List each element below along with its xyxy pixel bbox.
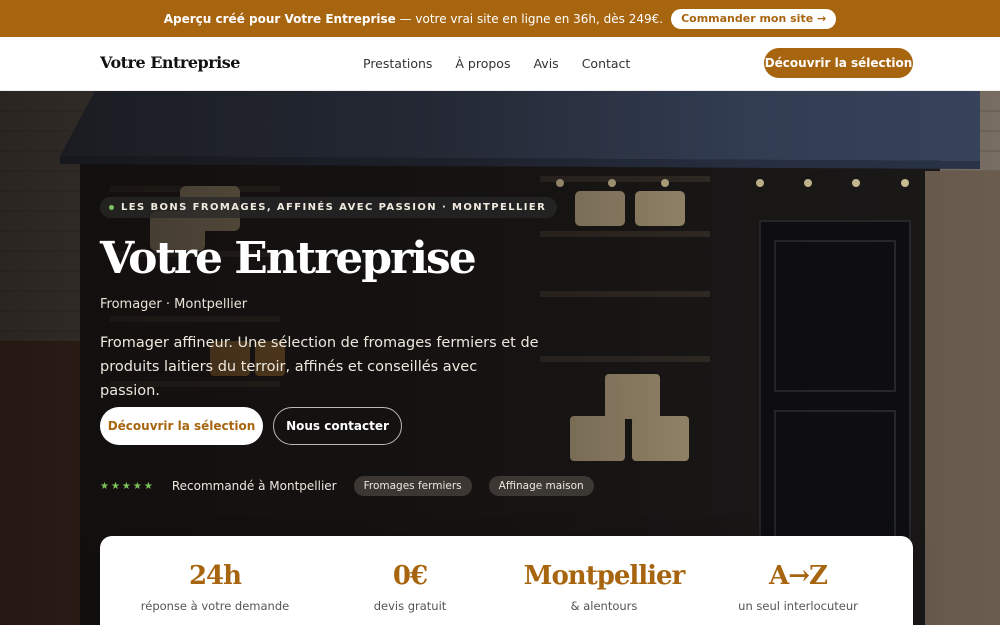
stat-label: & alentours [570, 599, 638, 613]
stat-label: un seul interlocuteur [738, 599, 858, 613]
top-navigation: Votre Entreprise Prestations À propos Av… [0, 37, 1000, 91]
hero-subtitle: Fromager · Montpellier [100, 297, 248, 312]
brand-logo[interactable]: Votre Entreprise [100, 53, 240, 72]
nav-links: Prestations À propos Avis Contact [363, 56, 653, 71]
nav-link-contact[interactable]: Contact [582, 56, 631, 71]
contact-us-button[interactable]: Nous contacter [273, 407, 402, 445]
stat-label: réponse à votre demande [140, 599, 290, 613]
order-site-button[interactable]: Commander mon site → [671, 8, 837, 29]
hero-tagline: LES BONS FROMAGES, AFFINÉS AVEC PASSION … [121, 202, 547, 213]
stat-single-contact: A→Z un seul interlocuteur [703, 561, 893, 613]
promo-text: Aperçu créé pour Votre Entreprise — votr… [164, 12, 663, 26]
stat-value: 24h [188, 561, 242, 591]
stat-location: Montpellier & alentours [509, 561, 699, 613]
chip-affinage-maison: Affinage maison [488, 476, 594, 496]
social-proof: ★★★★★ Recommandé à Montpellier Fromages … [100, 476, 611, 496]
status-dot-icon [109, 205, 114, 210]
promo-bar: Aperçu créé pour Votre Entreprise — votr… [0, 0, 1000, 37]
nav-link-a-propos[interactable]: À propos [455, 56, 510, 71]
discover-selection-button[interactable]: Découvrir la sélection [100, 407, 263, 445]
hero-tagline-badge: LES BONS FROMAGES, AFFINÉS AVEC PASSION … [100, 197, 558, 218]
stat-free-quote: 0€ devis gratuit [315, 561, 505, 613]
hero-title: Votre Entreprise [100, 233, 477, 284]
nav-link-avis[interactable]: Avis [533, 56, 558, 71]
stat-value: A→Z [769, 561, 828, 591]
stats-card: 24h réponse à votre demande 0€ devis gra… [100, 536, 913, 625]
hero-section: LES BONS FROMAGES, AFFINÉS AVEC PASSION … [0, 91, 1000, 625]
stat-response-time: 24h réponse à votre demande [120, 561, 310, 613]
stat-value: Montpellier [523, 561, 686, 591]
hero-description: Fromager affineur. Une sélection de from… [100, 335, 539, 399]
promo-rest: — votre vrai site en ligne en 36h, dès 2… [395, 11, 664, 26]
chip-fromages-fermiers: Fromages fermiers [353, 476, 472, 496]
stat-value: 0€ [392, 561, 428, 591]
rating-stars-icon: ★★★★★ [100, 480, 155, 492]
recommendation-text: Recommandé à Montpellier [171, 479, 337, 493]
nav-discover-button[interactable]: Découvrir la sélection [764, 48, 913, 78]
promo-lead: Aperçu créé pour Votre Entreprise [163, 11, 396, 26]
nav-link-prestations[interactable]: Prestations [363, 56, 432, 71]
stat-label: devis gratuit [373, 599, 447, 613]
